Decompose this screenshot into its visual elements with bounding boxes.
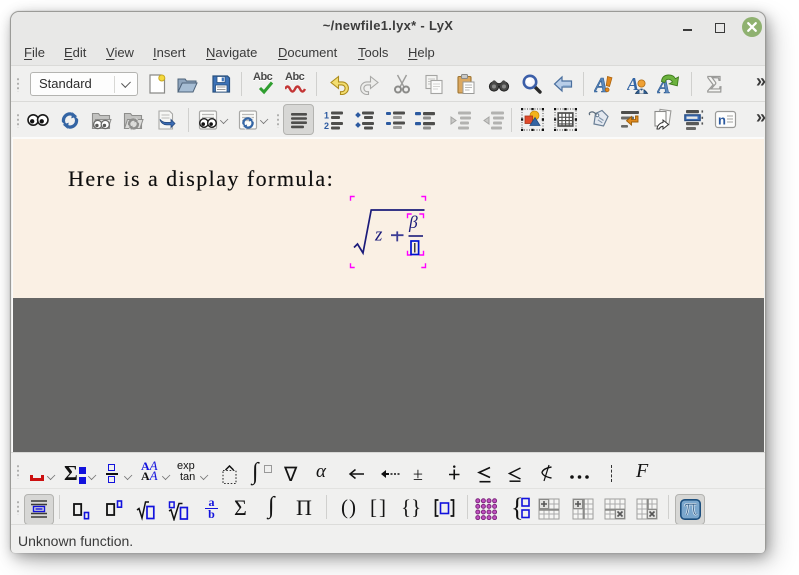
svg-text:n: n: [718, 113, 726, 128]
svg-text:1: 1: [324, 111, 329, 121]
svg-text:Σ: Σ: [707, 73, 722, 95]
svg-text:2: 2: [324, 121, 329, 131]
svg-text:β: β: [408, 212, 418, 232]
svg-text:A: A: [594, 73, 608, 95]
svg-text:z: z: [374, 225, 383, 246]
